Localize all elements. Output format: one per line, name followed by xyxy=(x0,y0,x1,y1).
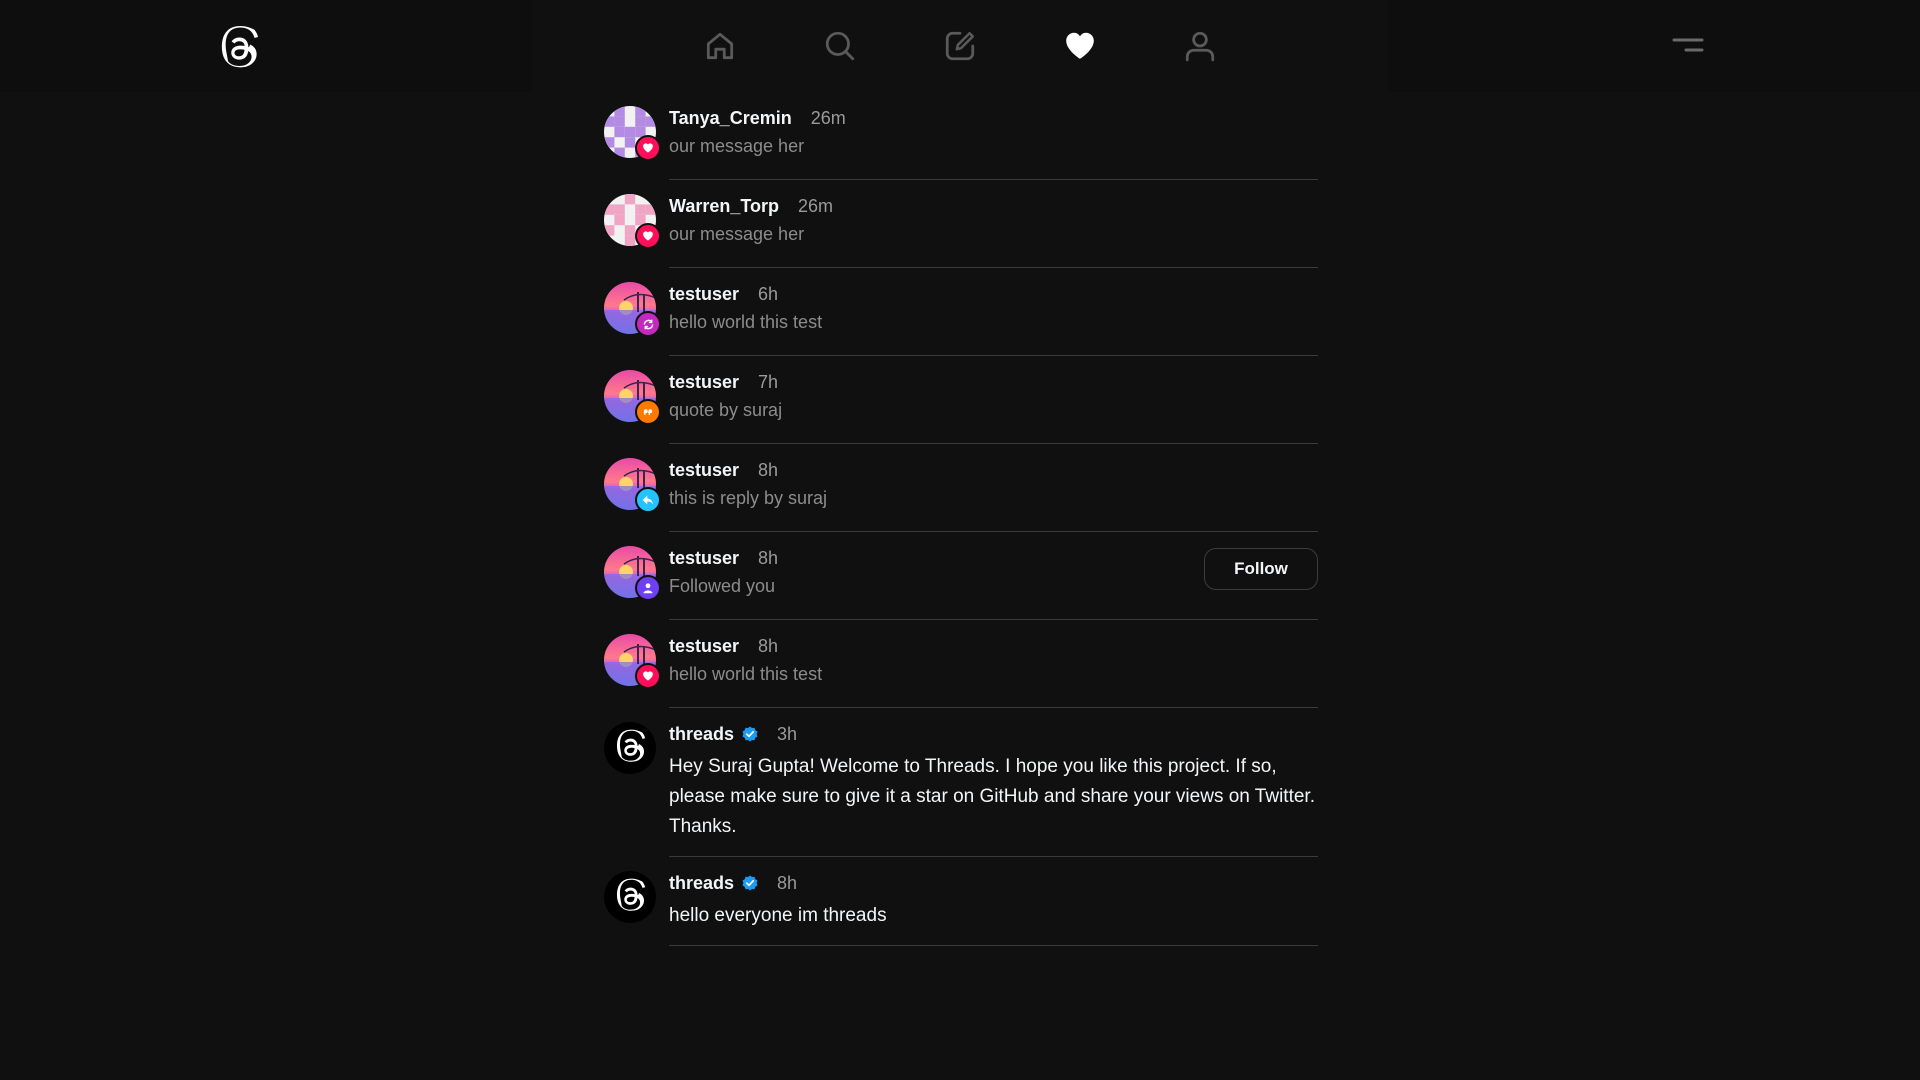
username[interactable]: Warren_Torp xyxy=(669,196,779,217)
activity-item[interactable]: threads 3h Hey Suraj Gupta! Welcome to Thr… xyxy=(602,708,1318,857)
activity-item[interactable]: Warren_Torp 26m our message her xyxy=(602,180,1318,268)
nav-profile[interactable] xyxy=(1140,0,1260,92)
activity-item[interactable]: testuser 7h quote by suraj xyxy=(602,356,1318,444)
avatar-column xyxy=(602,356,669,444)
activity-text: our message her xyxy=(669,224,805,244)
main-nav xyxy=(532,0,1388,92)
nav-compose[interactable] xyxy=(900,0,1020,92)
heart-icon xyxy=(635,663,661,689)
username[interactable]: Tanya_Cremin xyxy=(669,108,792,129)
timestamp: 6h xyxy=(758,283,779,304)
username[interactable]: testuser xyxy=(669,372,739,393)
top-bar xyxy=(0,0,1920,92)
activity-text: our message her xyxy=(669,136,805,156)
timestamp: 26m xyxy=(798,195,834,216)
avatar-column xyxy=(602,708,669,857)
username[interactable]: testuser xyxy=(669,548,739,569)
nav-activity[interactable] xyxy=(1020,0,1140,92)
username[interactable]: threads xyxy=(669,873,734,894)
username[interactable]: testuser xyxy=(669,460,739,481)
activity-item[interactable]: Tanya_Cremin 26m our message her xyxy=(602,92,1318,180)
timestamp: 26m xyxy=(810,107,846,128)
activity-header: testuser 6h xyxy=(669,282,1318,306)
timestamp: 8h xyxy=(758,459,779,480)
reply-icon xyxy=(635,487,661,513)
activity-content: threads 8h hello everyone im threads xyxy=(669,857,1318,946)
activity-header: testuser 8h xyxy=(669,634,1318,658)
activity-content: testuser 8h Followed you Follow xyxy=(669,532,1318,620)
threads-logo-icon[interactable] xyxy=(218,24,260,70)
activity-text: this is reply by suraj xyxy=(669,488,828,508)
activity-header: Warren_Torp 26m xyxy=(669,194,1318,218)
username[interactable]: threads xyxy=(669,724,734,745)
activity-content: Tanya_Cremin 26m our message her xyxy=(669,92,1318,180)
nav-search[interactable] xyxy=(780,0,900,92)
follow-button[interactable]: Follow xyxy=(1204,548,1318,590)
person-icon xyxy=(635,575,661,601)
repost-icon xyxy=(635,311,661,337)
activity-text: hello everyone im threads xyxy=(669,905,887,926)
nav-home[interactable] xyxy=(660,0,780,92)
verified-badge-icon xyxy=(742,726,758,742)
activity-text: Hey Suraj Gupta! Welcome to Threads. I h… xyxy=(669,756,1315,837)
timestamp: 7h xyxy=(758,371,779,392)
activity-item[interactable]: testuser 8h hello world this test xyxy=(602,620,1318,708)
timestamp: 8h xyxy=(777,872,798,893)
activity-header: testuser 8h xyxy=(669,458,1318,482)
timestamp: 8h xyxy=(758,635,779,656)
avatar-column xyxy=(602,532,669,620)
menu-button[interactable] xyxy=(1670,34,1706,58)
activity-content: Warren_Torp 26m our message her xyxy=(669,180,1318,268)
activity-header: threads 3h xyxy=(669,722,1318,746)
avatar-column xyxy=(602,444,669,532)
activity-content: testuser 6h hello world this test xyxy=(669,268,1318,356)
heart-icon xyxy=(1066,32,1094,59)
activity-content: testuser 8h this is reply by suraj xyxy=(669,444,1318,532)
username[interactable]: testuser xyxy=(669,636,739,657)
search-icon xyxy=(825,31,855,61)
menu-icon xyxy=(1672,38,1704,52)
activity-text: quote by suraj xyxy=(669,400,783,420)
avatar-column xyxy=(602,620,669,708)
avatar[interactable] xyxy=(604,722,656,774)
quote-icon xyxy=(635,399,661,425)
activity-item[interactable]: threads 8h hello everyone im threads xyxy=(602,857,1318,946)
avatar-column xyxy=(602,180,669,268)
compose-icon xyxy=(945,31,975,61)
activity-item[interactable]: testuser 6h hello world this test xyxy=(602,268,1318,356)
timestamp: 8h xyxy=(758,547,779,568)
avatar[interactable] xyxy=(604,871,656,923)
avatar-column xyxy=(602,268,669,356)
activity-item[interactable]: testuser 8h Followed you Follow xyxy=(602,532,1318,620)
profile-icon xyxy=(1185,31,1215,62)
activity-feed: Tanya_Cremin 26m our message her Warren_Tor… xyxy=(602,92,1318,946)
heart-icon xyxy=(635,135,661,161)
activity-text: hello world this test xyxy=(669,312,823,332)
activity-header: testuser 7h xyxy=(669,370,1318,394)
activity-content: testuser 8h hello world this test xyxy=(669,620,1318,708)
activity-header: Tanya_Cremin 26m xyxy=(669,106,1318,130)
activity-content: threads 3h Hey Suraj Gupta! Welcome to Thr… xyxy=(669,708,1318,857)
activity-item[interactable]: testuser 8h this is reply by suraj xyxy=(602,444,1318,532)
timestamp: 3h xyxy=(777,723,798,744)
username[interactable]: testuser xyxy=(669,284,739,305)
activity-content: testuser 7h quote by suraj xyxy=(669,356,1318,444)
avatar-column xyxy=(602,92,669,180)
activity-text: hello world this test xyxy=(669,664,823,684)
activity-header: threads 8h xyxy=(669,871,1318,895)
avatar-column xyxy=(602,857,669,946)
heart-icon xyxy=(635,223,661,249)
home-icon xyxy=(706,32,734,60)
verified-badge-icon xyxy=(742,875,758,891)
